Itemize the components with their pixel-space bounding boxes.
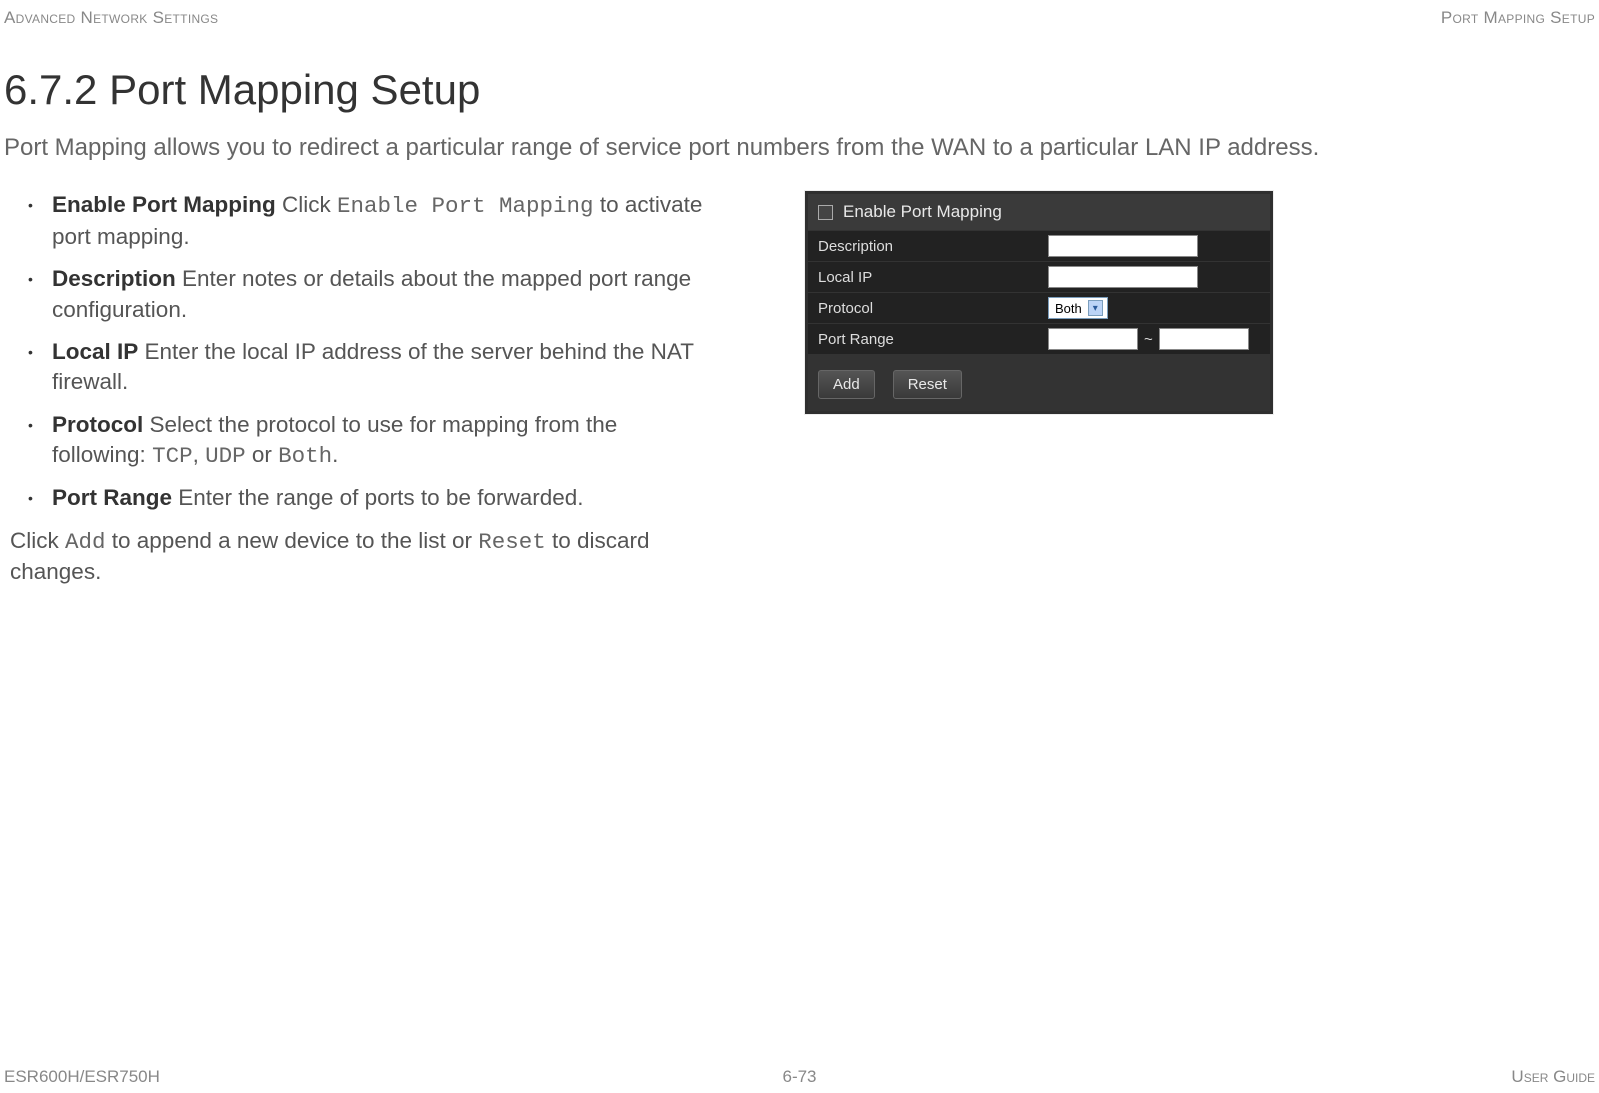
bullet-enable-port-mapping: Enable Port Mapping Click Enable Port Ma… [32, 190, 704, 252]
page-title: 6.7.2 Port Mapping Setup [0, 28, 1599, 132]
bullet-local-ip: Local IP Enter the local IP address of t… [32, 337, 704, 398]
description-column: Enable Port Mapping Click Enable Port Ma… [4, 190, 704, 587]
bullet-label: Port Range [52, 485, 172, 510]
protocol-label: Protocol [818, 300, 1048, 317]
local-ip-row: Local IP [808, 261, 1270, 292]
port-range-inputs: ~ [1048, 328, 1249, 350]
page-header: Advanced Network Settings Port Mapping S… [0, 0, 1599, 28]
port-range-label: Port Range [818, 331, 1048, 348]
page-footer: ESR600H/ESR750H 6-73 User Guide [4, 1067, 1595, 1087]
reset-button[interactable]: Reset [893, 370, 962, 399]
button-row: Add Reset [808, 354, 1270, 411]
local-ip-label: Local IP [818, 269, 1048, 286]
after-pre: Click [10, 528, 65, 553]
header-left: Advanced Network Settings [4, 8, 218, 28]
chevron-down-icon: ▾ [1088, 300, 1103, 316]
bullet-label: Local IP [52, 339, 138, 364]
enable-port-mapping-label: Enable Port Mapping [843, 202, 1002, 222]
bullet-protocol: Protocol Select the protocol to use for … [32, 410, 704, 472]
bullet-label: Protocol [52, 412, 143, 437]
bullet-code: TCP [152, 443, 193, 469]
after-code: Reset [478, 529, 546, 555]
bullet-code: UDP [205, 443, 246, 469]
bullet-text-post: . [332, 442, 338, 467]
screenshot-column: Enable Port Mapping Description Local IP… [804, 190, 1274, 587]
port-range-end-input[interactable] [1159, 328, 1249, 350]
description-label: Description [818, 238, 1048, 255]
local-ip-input[interactable] [1048, 266, 1198, 288]
description-input[interactable] [1048, 235, 1198, 257]
after-mid: to append a new device to the list or [106, 528, 479, 553]
port-range-start-input[interactable] [1048, 328, 1138, 350]
bullet-text: Enter the range of ports to be forwarded… [172, 485, 584, 510]
bullet-port-range: Port Range Enter the range of ports to b… [32, 483, 704, 513]
bullet-code: Both [278, 443, 332, 469]
bullet-code: Enable Port Mapping [337, 193, 594, 219]
header-right: Port Mapping Setup [1441, 8, 1595, 28]
protocol-row: Protocol Both ▾ [808, 292, 1270, 323]
port-range-row: Port Range ~ [808, 323, 1270, 354]
bullet-sep: , [193, 442, 206, 467]
footer-center: 6-73 [782, 1067, 816, 1087]
footer-right: User Guide [1511, 1067, 1595, 1087]
bullet-text: Enter the local IP address of the server… [52, 339, 694, 394]
content-area: Enable Port Mapping Click Enable Port Ma… [0, 190, 1599, 587]
enable-port-mapping-checkbox[interactable] [818, 205, 833, 220]
intro-text: Port Mapping allows you to redirect a pa… [0, 132, 1599, 190]
bullet-label: Enable Port Mapping [52, 192, 276, 217]
bullet-sep: or [246, 442, 279, 467]
bullet-label: Description [52, 266, 176, 291]
description-row: Description [808, 230, 1270, 261]
after-list-text: Click Add to append a new device to the … [4, 526, 704, 588]
ui-screenshot: Enable Port Mapping Description Local IP… [804, 190, 1274, 415]
protocol-select-value: Both [1055, 301, 1082, 316]
enable-port-mapping-row: Enable Port Mapping [808, 194, 1270, 230]
add-button[interactable]: Add [818, 370, 875, 399]
footer-left: ESR600H/ESR750H [4, 1067, 160, 1087]
bullet-description: Description Enter notes or details about… [32, 264, 704, 325]
port-range-tilde: ~ [1138, 331, 1159, 348]
protocol-select[interactable]: Both ▾ [1048, 297, 1108, 319]
after-code: Add [65, 529, 106, 555]
bullet-text-pre: Click [276, 192, 337, 217]
